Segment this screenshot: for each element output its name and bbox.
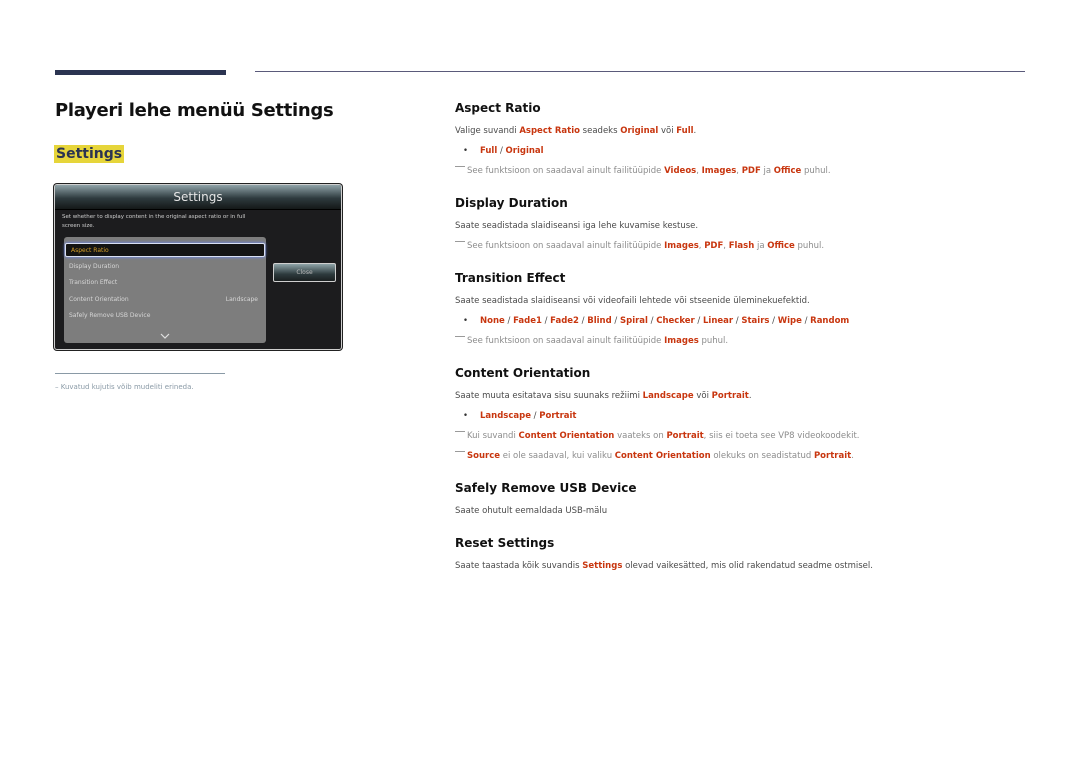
menu-item-label: Transition Effect: [69, 279, 118, 286]
bullet-icon: •: [463, 316, 469, 326]
display-duration-note: See funktsioon on saadaval ainult failit…: [455, 241, 824, 251]
menu-item-safely-remove-usb[interactable]: Safely Remove USB Device: [64, 309, 266, 323]
note-dash-icon: [455, 166, 465, 167]
menu-item-label: Aspect Ratio: [71, 247, 109, 254]
menu-item-label: Display Duration: [69, 263, 120, 270]
content-orientation-note-1: Kui suvandi Content Orientation vaateks …: [455, 431, 859, 441]
safely-remove-usb-desc: Saate ohutult eemaldada USB-mälu: [455, 506, 608, 516]
bullet-icon: •: [463, 411, 469, 421]
aspect-ratio-desc: Valige suvandi Aspect Ratio seadeks Orig…: [455, 126, 697, 136]
close-button[interactable]: Close: [273, 263, 336, 282]
bullet-icon: •: [463, 146, 469, 156]
reset-settings-desc: Saate taastada kõik suvandis Settings ol…: [455, 561, 873, 571]
section-badge: Settings: [54, 145, 125, 163]
footnote-divider: [55, 373, 225, 374]
content-orientation-options: • Landscape / Portrait: [463, 411, 577, 421]
menu-item-aspect-ratio[interactable]: Aspect Ratio: [65, 243, 265, 257]
aspect-ratio-note: See funktsioon on saadaval ainult failit…: [455, 166, 831, 176]
dialog-title: Settings: [55, 185, 341, 210]
transition-effect-desc: Saate seadistada slaidiseansi või videof…: [455, 296, 810, 306]
aspect-ratio-options: • Full / Original: [463, 146, 544, 156]
menu-item-label: Content Orientation: [69, 296, 129, 303]
content-orientation-desc: Saate muuta esitatava sisu suunaks režii…: [455, 391, 752, 401]
heading-aspect-ratio: Aspect Ratio: [455, 101, 541, 115]
note-dash-icon: [455, 451, 465, 452]
footnote-text: Kuvatud kujutis võib mudeliti erineda.: [60, 383, 194, 391]
heading-content-orientation: Content Orientation: [455, 366, 591, 380]
footnote: – Kuvatud kujutis võib mudeliti erineda.: [55, 383, 194, 391]
chevron-down-icon[interactable]: [160, 332, 170, 340]
page-title: Playeri lehe menüü Settings: [55, 100, 334, 121]
heading-reset-settings: Reset Settings: [455, 536, 555, 550]
menu-item-transition-effect[interactable]: Transition Effect: [64, 276, 266, 290]
dialog-menu-list: Aspect Ratio Display Duration Transition…: [64, 237, 266, 343]
heading-display-duration: Display Duration: [455, 196, 568, 210]
note-dash-icon: [455, 431, 465, 432]
transition-effect-note: See funktsioon on saadaval ainult failit…: [455, 336, 728, 346]
header-accent-bar: [55, 70, 226, 75]
menu-item-content-orientation[interactable]: Content Orientation Landscape: [64, 293, 266, 307]
heading-transition-effect: Transition Effect: [455, 271, 566, 285]
display-duration-desc: Saate seadistada slaidiseansi iga lehe k…: [455, 221, 699, 231]
content-orientation-note-2: Source ei ole saadaval, kui valiku Conte…: [455, 451, 854, 461]
menu-item-display-duration[interactable]: Display Duration: [64, 260, 266, 274]
note-dash-icon: [455, 336, 465, 337]
menu-item-label: Safely Remove USB Device: [69, 312, 151, 319]
menu-item-value: Landscape: [225, 296, 258, 303]
note-dash-icon: [455, 241, 465, 242]
header-rule: [255, 71, 1025, 72]
dialog-description: Set whether to display content in the or…: [62, 214, 246, 229]
transition-effect-options: • None / Fade1 / Fade2 / Blind / Spiral /…: [463, 316, 850, 326]
settings-dialog: Settings Set whether to display content …: [54, 184, 342, 350]
heading-safely-remove-usb: Safely Remove USB Device: [455, 481, 637, 495]
